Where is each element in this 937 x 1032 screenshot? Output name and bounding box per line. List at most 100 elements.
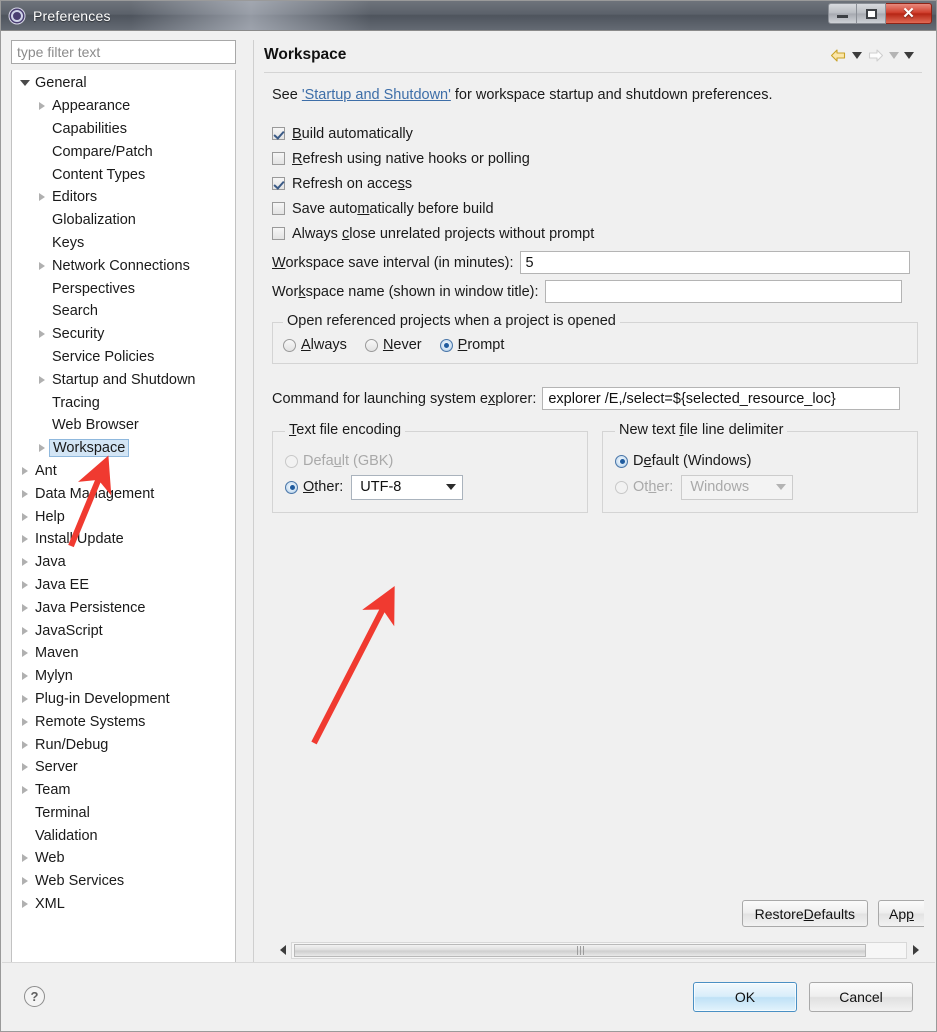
- startup-and-shutdown-link[interactable]: 'Startup and Shutdown': [302, 87, 451, 103]
- content-horizontal-scrollbar[interactable]: [274, 941, 924, 959]
- tree-item-install-update[interactable]: Install/Update: [12, 528, 235, 551]
- tree-item-appearance[interactable]: Appearance: [12, 95, 235, 118]
- chevron-right-icon[interactable]: [22, 740, 28, 749]
- tree-item-ant[interactable]: Ant: [12, 460, 235, 483]
- chevron-right-icon[interactable]: [22, 466, 28, 475]
- checkbox-always-close-unrelated-projects-without-prompt[interactable]: [272, 227, 285, 240]
- encoding-default-radio[interactable]: [285, 454, 298, 468]
- checkbox-row-refresh-on-access[interactable]: Refresh on access: [272, 171, 918, 196]
- tree-twisty[interactable]: [17, 763, 33, 772]
- tree-twisty[interactable]: [34, 444, 50, 453]
- tree-item-web-services[interactable]: Web Services: [12, 870, 235, 893]
- scrollbar-track[interactable]: [291, 941, 907, 959]
- forward-arrow-icon[interactable]: [867, 48, 884, 63]
- tree-item-compare-patch[interactable]: Compare/Patch: [12, 140, 235, 163]
- chevron-right-icon[interactable]: [22, 580, 28, 589]
- ok-button[interactable]: OK: [693, 981, 797, 1012]
- chevron-down-icon[interactable]: [20, 80, 30, 87]
- tree-item-run-debug[interactable]: Run/Debug: [12, 733, 235, 756]
- apply-button[interactable]: Ap p: [878, 900, 924, 927]
- tree-item-mylyn[interactable]: Mylyn: [12, 665, 235, 688]
- tree-item-startup-and-shutdown[interactable]: Startup and Shutdown: [12, 368, 235, 391]
- tree-item-team[interactable]: Team: [12, 779, 235, 802]
- tree-twisty[interactable]: [34, 193, 50, 202]
- delimiter-other-radio[interactable]: [615, 480, 628, 494]
- chevron-right-icon[interactable]: [22, 558, 28, 567]
- filter-input[interactable]: [11, 40, 236, 64]
- checkbox-refresh-using-native-hooks-or-polling[interactable]: [272, 152, 285, 165]
- encoding-default-row[interactable]: Default (GBK): [285, 448, 575, 474]
- tree-item-security[interactable]: Security: [12, 323, 235, 346]
- chevron-right-icon[interactable]: [22, 694, 28, 703]
- chevron-right-icon[interactable]: [22, 649, 28, 658]
- tree-twisty[interactable]: [17, 558, 33, 567]
- tree-item-general[interactable]: General: [12, 72, 235, 95]
- checkbox-row-build-automatically[interactable]: Build automatically: [272, 121, 918, 146]
- chevron-right-icon[interactable]: [39, 330, 45, 339]
- delimiter-combo[interactable]: Windows: [681, 474, 794, 500]
- tree-item-service-policies[interactable]: Service Policies: [12, 346, 235, 369]
- chevron-right-icon[interactable]: [22, 512, 28, 521]
- tree-item-remote-systems[interactable]: Remote Systems: [12, 710, 235, 733]
- cancel-button[interactable]: Cancel: [809, 981, 913, 1012]
- tree-item-maven[interactable]: Maven: [12, 642, 235, 665]
- tree-twisty[interactable]: [17, 489, 33, 498]
- chevron-right-icon[interactable]: [39, 193, 45, 202]
- chevron-right-icon[interactable]: [39, 102, 45, 111]
- chevron-right-icon[interactable]: [22, 900, 28, 909]
- tree-item-workspace[interactable]: Workspace: [12, 437, 235, 460]
- chevron-right-icon[interactable]: [22, 877, 28, 886]
- encoding-other-radio[interactable]: [285, 480, 298, 494]
- tree-item-search[interactable]: Search: [12, 300, 235, 323]
- chevron-right-icon[interactable]: [22, 672, 28, 681]
- chevron-right-icon[interactable]: [22, 786, 28, 795]
- delimiter-default-radio[interactable]: [615, 454, 628, 468]
- close-button[interactable]: ✕: [886, 3, 932, 24]
- radio-button-never[interactable]: [364, 338, 378, 352]
- tree-twisty[interactable]: [17, 694, 33, 703]
- tree-item-validation[interactable]: Validation: [12, 824, 235, 847]
- tree-item-web[interactable]: Web: [12, 847, 235, 870]
- radio-button-always[interactable]: [283, 338, 296, 352]
- back-history-chevron-down-icon[interactable]: [852, 51, 862, 59]
- scrollbar-thumb[interactable]: [294, 943, 866, 957]
- delimiter-default-row[interactable]: Default (Windows): [615, 448, 905, 474]
- tree-twisty[interactable]: [17, 900, 33, 909]
- workspace-name-input[interactable]: [544, 280, 902, 303]
- minimize-button[interactable]: [828, 3, 857, 24]
- tree-twisty[interactable]: [17, 854, 33, 863]
- tree-twisty[interactable]: [17, 717, 33, 726]
- checkbox-row-always-close-unrelated-projects-without-prompt[interactable]: Always close unrelated projects without …: [272, 221, 918, 246]
- radio-prompt[interactable]: Prompt: [439, 337, 504, 353]
- tree-twisty[interactable]: [17, 603, 33, 612]
- tree-twisty[interactable]: [34, 375, 50, 384]
- maximize-button[interactable]: [857, 3, 886, 24]
- tree-item-keys[interactable]: Keys: [12, 232, 235, 255]
- tree-twisty[interactable]: [17, 580, 33, 589]
- scroll-right-arrow-icon[interactable]: [907, 942, 924, 959]
- forward-history-chevron-down-icon[interactable]: [889, 51, 899, 59]
- checkbox-save-automatically-before-build[interactable]: [272, 202, 285, 215]
- tree-item-xml[interactable]: XML: [12, 893, 235, 916]
- tree-item-server[interactable]: Server: [12, 756, 235, 779]
- restore-defaults-button[interactable]: Restore Defaults: [741, 900, 868, 927]
- checkbox-build-automatically[interactable]: [272, 127, 285, 140]
- tree-twisty[interactable]: [17, 535, 33, 544]
- encoding-combo[interactable]: UTF-8: [351, 474, 464, 500]
- tree-twisty[interactable]: [34, 102, 50, 111]
- tree-item-data-management[interactable]: Data Management: [12, 482, 235, 505]
- tree-twisty[interactable]: [17, 466, 33, 475]
- tree-item-terminal[interactable]: Terminal: [12, 802, 235, 825]
- chevron-right-icon[interactable]: [39, 375, 45, 384]
- tree-item-globalization[interactable]: Globalization: [12, 209, 235, 232]
- preferences-tree[interactable]: General Appearance Capabilities Compare/Pat…: [11, 70, 236, 965]
- chevron-right-icon[interactable]: [22, 717, 28, 726]
- tree-twisty[interactable]: [17, 740, 33, 749]
- delimiter-other-row[interactable]: Other: Windows: [615, 474, 905, 500]
- tree-twisty[interactable]: [17, 80, 33, 87]
- chevron-right-icon[interactable]: [22, 535, 28, 544]
- tree-item-perspectives[interactable]: Perspectives: [12, 277, 235, 300]
- tree-item-java-ee[interactable]: Java EE: [12, 574, 235, 597]
- tree-twisty[interactable]: [17, 649, 33, 658]
- tree-twisty[interactable]: [17, 786, 33, 795]
